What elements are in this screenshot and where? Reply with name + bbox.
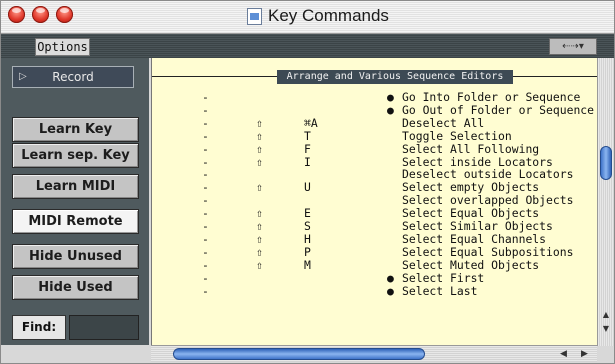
document-icon (247, 7, 262, 25)
assigned-dash: - (202, 128, 209, 143)
command-name: Deselect All (402, 115, 485, 130)
learn-sep-key-button[interactable]: Learn sep. Key (12, 143, 139, 168)
list-item[interactable]: - ⇧ H Select Equal Channels (152, 231, 598, 246)
shift-key-icon: ⇧ (256, 115, 263, 130)
key-commands-window: Key Commands Options ⇠⇢▾ ▷ Record Learn … (0, 0, 615, 364)
shift-key-icon: ⇧ (256, 141, 263, 156)
hide-unused-button[interactable]: Hide Unused (12, 244, 139, 269)
key-shortcut: T (304, 128, 311, 143)
resize-grip[interactable] (597, 346, 614, 363)
shift-key-icon: ⇧ (256, 154, 263, 169)
title-bar[interactable]: Key Commands (1, 1, 614, 34)
list-item[interactable]: - ⇧ P Select Equal Subpositions (152, 244, 598, 259)
bullet-marker: ● (387, 283, 394, 298)
assigned-dash: - (202, 102, 209, 117)
shift-key-icon: ⇧ (256, 180, 263, 195)
list-item[interactable]: - ⇧ T Toggle Selection (152, 128, 598, 143)
assigned-dash: - (202, 270, 209, 285)
key-shortcut: F (304, 141, 311, 156)
bullet-marker: ● (387, 270, 394, 285)
list-item[interactable]: - ● Select Last (152, 283, 598, 298)
sidebar-footer (1, 345, 151, 363)
shift-key-icon: ⇧ (256, 128, 263, 143)
command-name: Select Last (402, 283, 478, 298)
horizontal-scroll-thumb[interactable] (173, 348, 425, 360)
list-item[interactable]: - ⇧ F Select All Following (152, 141, 598, 156)
list-item[interactable]: - ● Go Out of Folder or Sequence (152, 102, 598, 117)
command-name: Select Muted Objects (402, 257, 540, 272)
command-name: Go Out of Folder or Sequence (402, 102, 595, 117)
find-input[interactable] (69, 315, 139, 340)
learn-key-button[interactable]: Learn Key (12, 117, 139, 142)
scroll-right-arrow-icon[interactable]: ▶ (581, 349, 588, 359)
command-name: Select All Following (402, 141, 540, 156)
toolbar-collapse-icon[interactable]: ⇠⇢▾ (549, 38, 597, 55)
horizontal-scrollbar[interactable]: ◀ ▶ (151, 345, 597, 362)
assigned-dash: - (202, 231, 209, 246)
shift-key-icon: ⇧ (256, 244, 263, 259)
close-button[interactable] (8, 6, 25, 23)
window-title-group: Key Commands (247, 5, 389, 27)
scroll-left-arrow-icon[interactable]: ◀ (560, 349, 567, 359)
horizontal-scroll-arrows: ◀ ▶ (553, 347, 595, 361)
command-name: Select Equal Subpositions (402, 244, 574, 259)
assigned-dash: - (202, 115, 209, 130)
learn-midi-button[interactable]: Learn MIDI (12, 174, 139, 199)
vertical-scroll-thumb[interactable] (600, 146, 612, 180)
command-name: Select First (402, 270, 485, 285)
hide-used-button[interactable]: Hide Used (12, 275, 139, 300)
list-item[interactable]: - ⇧ ⌘A Deselect All (152, 115, 598, 130)
assigned-dash: - (202, 141, 209, 156)
minimize-button[interactable] (32, 6, 49, 23)
section-header: Arrange and Various Sequence Editors (277, 70, 513, 84)
list-item[interactable]: - ⇧ M Select Muted Objects (152, 257, 598, 272)
command-name: Select Equal Channels (402, 231, 547, 246)
key-shortcut: H (304, 231, 311, 246)
bullet-marker: ● (387, 102, 394, 117)
options-menu[interactable]: Options (35, 38, 90, 56)
scroll-up-arrow-icon[interactable]: ▲ (601, 310, 611, 319)
record-label: Record (52, 70, 94, 84)
key-shortcut: ⌘A (304, 115, 318, 130)
key-commands-list[interactable]: Arrange and Various Sequence Editors - ● G… (151, 58, 598, 346)
shift-key-icon: ⇧ (256, 231, 263, 246)
midi-remote-button[interactable]: MIDI Remote (12, 209, 139, 234)
list-item[interactable]: - ● Select First (152, 270, 598, 285)
key-shortcut: U (304, 180, 311, 195)
assigned-dash: - (202, 257, 209, 272)
find-button[interactable]: Find: (12, 315, 66, 340)
clipped-previous-row (152, 58, 598, 62)
vertical-scrollbar[interactable]: ▲ ▼ (597, 58, 614, 346)
window-title: Key Commands (268, 6, 389, 25)
key-shortcut: P (304, 244, 311, 259)
key-shortcut: M (304, 257, 311, 272)
zoom-button[interactable] (56, 6, 73, 23)
assigned-dash: - (202, 283, 209, 298)
command-name: Toggle Selection (402, 128, 512, 143)
toolbar: Options ⇠⇢▾ (1, 34, 614, 58)
shift-key-icon: ⇧ (256, 257, 263, 272)
record-button[interactable]: ▷ Record (12, 66, 134, 88)
assigned-dash: - (202, 244, 209, 259)
scroll-down-arrow-icon[interactable]: ▼ (601, 324, 611, 333)
command-sidebar: ▷ Record Learn Key Learn sep. Key Learn … (1, 58, 149, 345)
key-shortcut: I (304, 154, 311, 169)
